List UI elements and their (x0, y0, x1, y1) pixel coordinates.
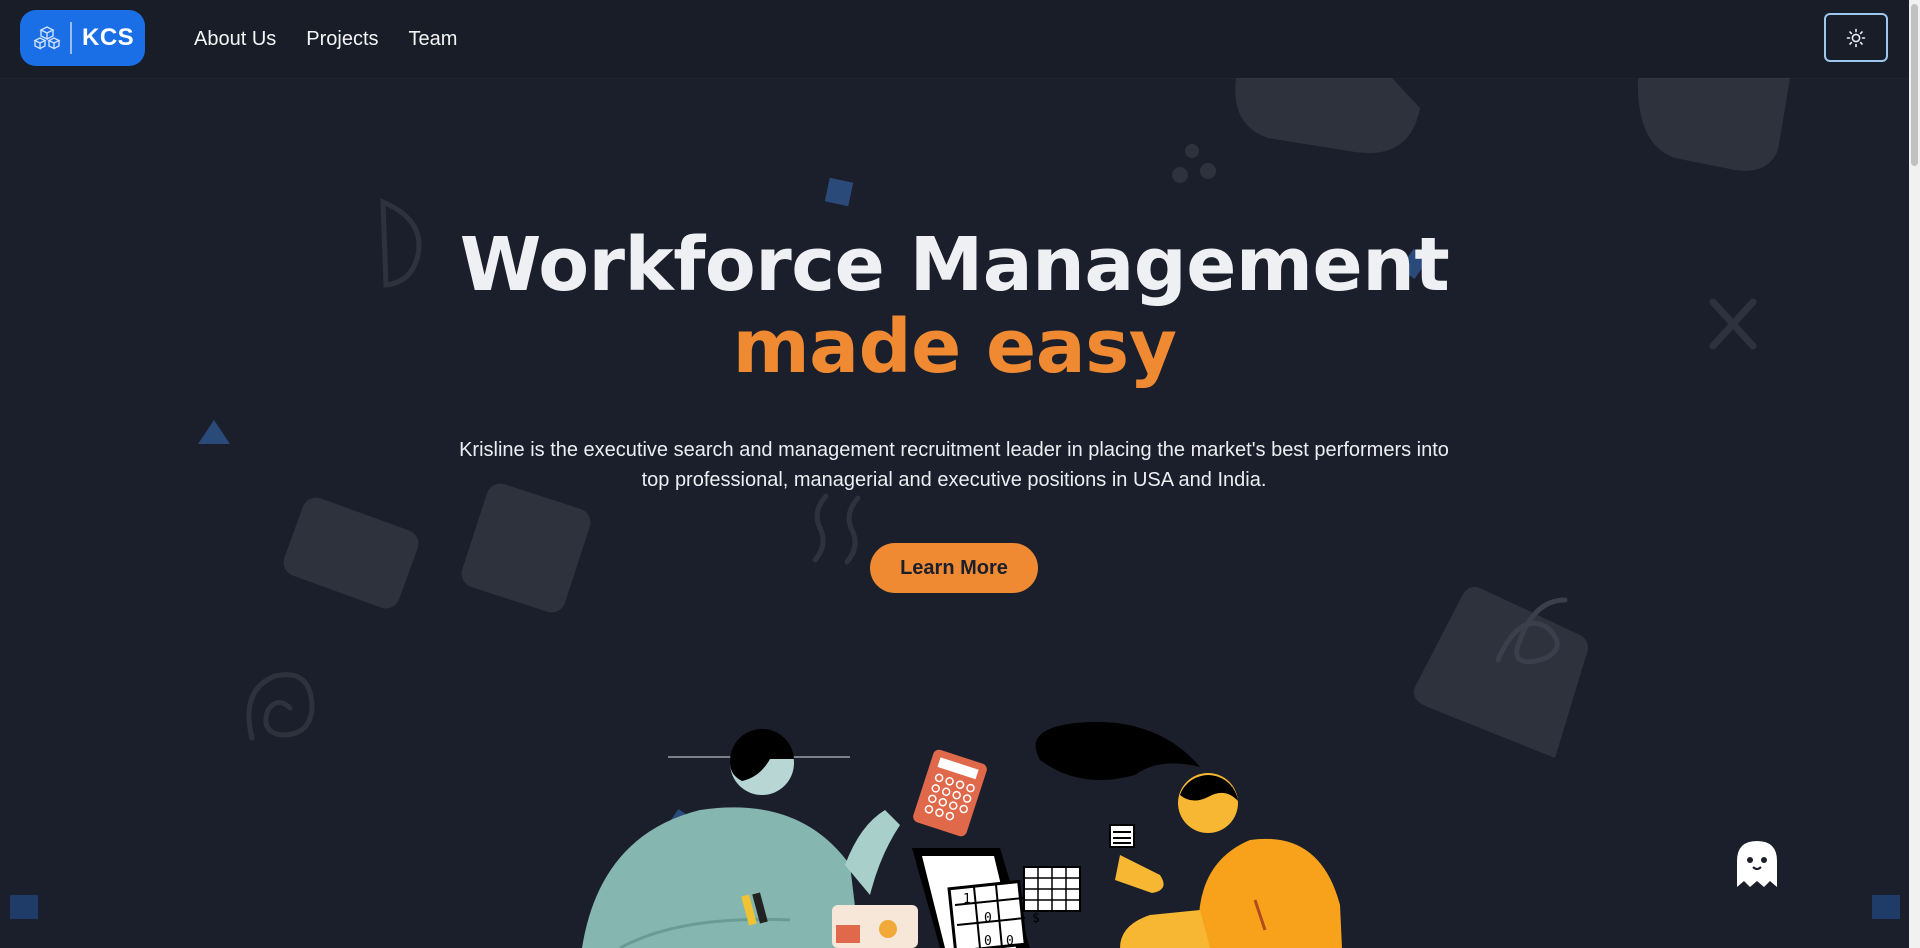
hero-title: Workforce Management (459, 222, 1450, 308)
theme-toggle-button[interactable] (1824, 13, 1888, 62)
page-scrollbar[interactable] (1909, 0, 1920, 948)
scrollbar-thumb[interactable] (1911, 4, 1918, 166)
ghost-icon[interactable] (1734, 839, 1780, 889)
hero-illustration: 1 0 $ 0 0 (582, 721, 1342, 948)
svg-text:1: 1 (963, 892, 971, 907)
logo-cubes-icon (33, 26, 61, 50)
sun-icon (1846, 28, 1866, 47)
brand-logo[interactable]: KCS (20, 10, 145, 66)
logo-divider (70, 22, 72, 54)
decor-blob (1637, 78, 1790, 171)
nav-projects[interactable]: Projects (306, 28, 378, 51)
svg-text:0: 0 (1006, 934, 1014, 948)
top-navbar: KCS About Us Projects Team (0, 0, 1909, 78)
nav-team[interactable]: Team (409, 28, 458, 51)
learn-more-button[interactable]: Learn More (870, 543, 1038, 593)
hero-title-highlight: made easy (732, 304, 1177, 390)
main-nav: About Us Projects Team (194, 0, 487, 78)
logo-text: KCS (82, 24, 135, 51)
svg-text:0: 0 (984, 911, 992, 926)
svg-text:$: $ (1032, 911, 1040, 926)
svg-text:0: 0 (984, 934, 992, 948)
decor-blob (1235, 78, 1420, 154)
nav-about-us[interactable]: About Us (194, 28, 276, 51)
hero-description: Krisline is the executive search and man… (459, 439, 1449, 491)
